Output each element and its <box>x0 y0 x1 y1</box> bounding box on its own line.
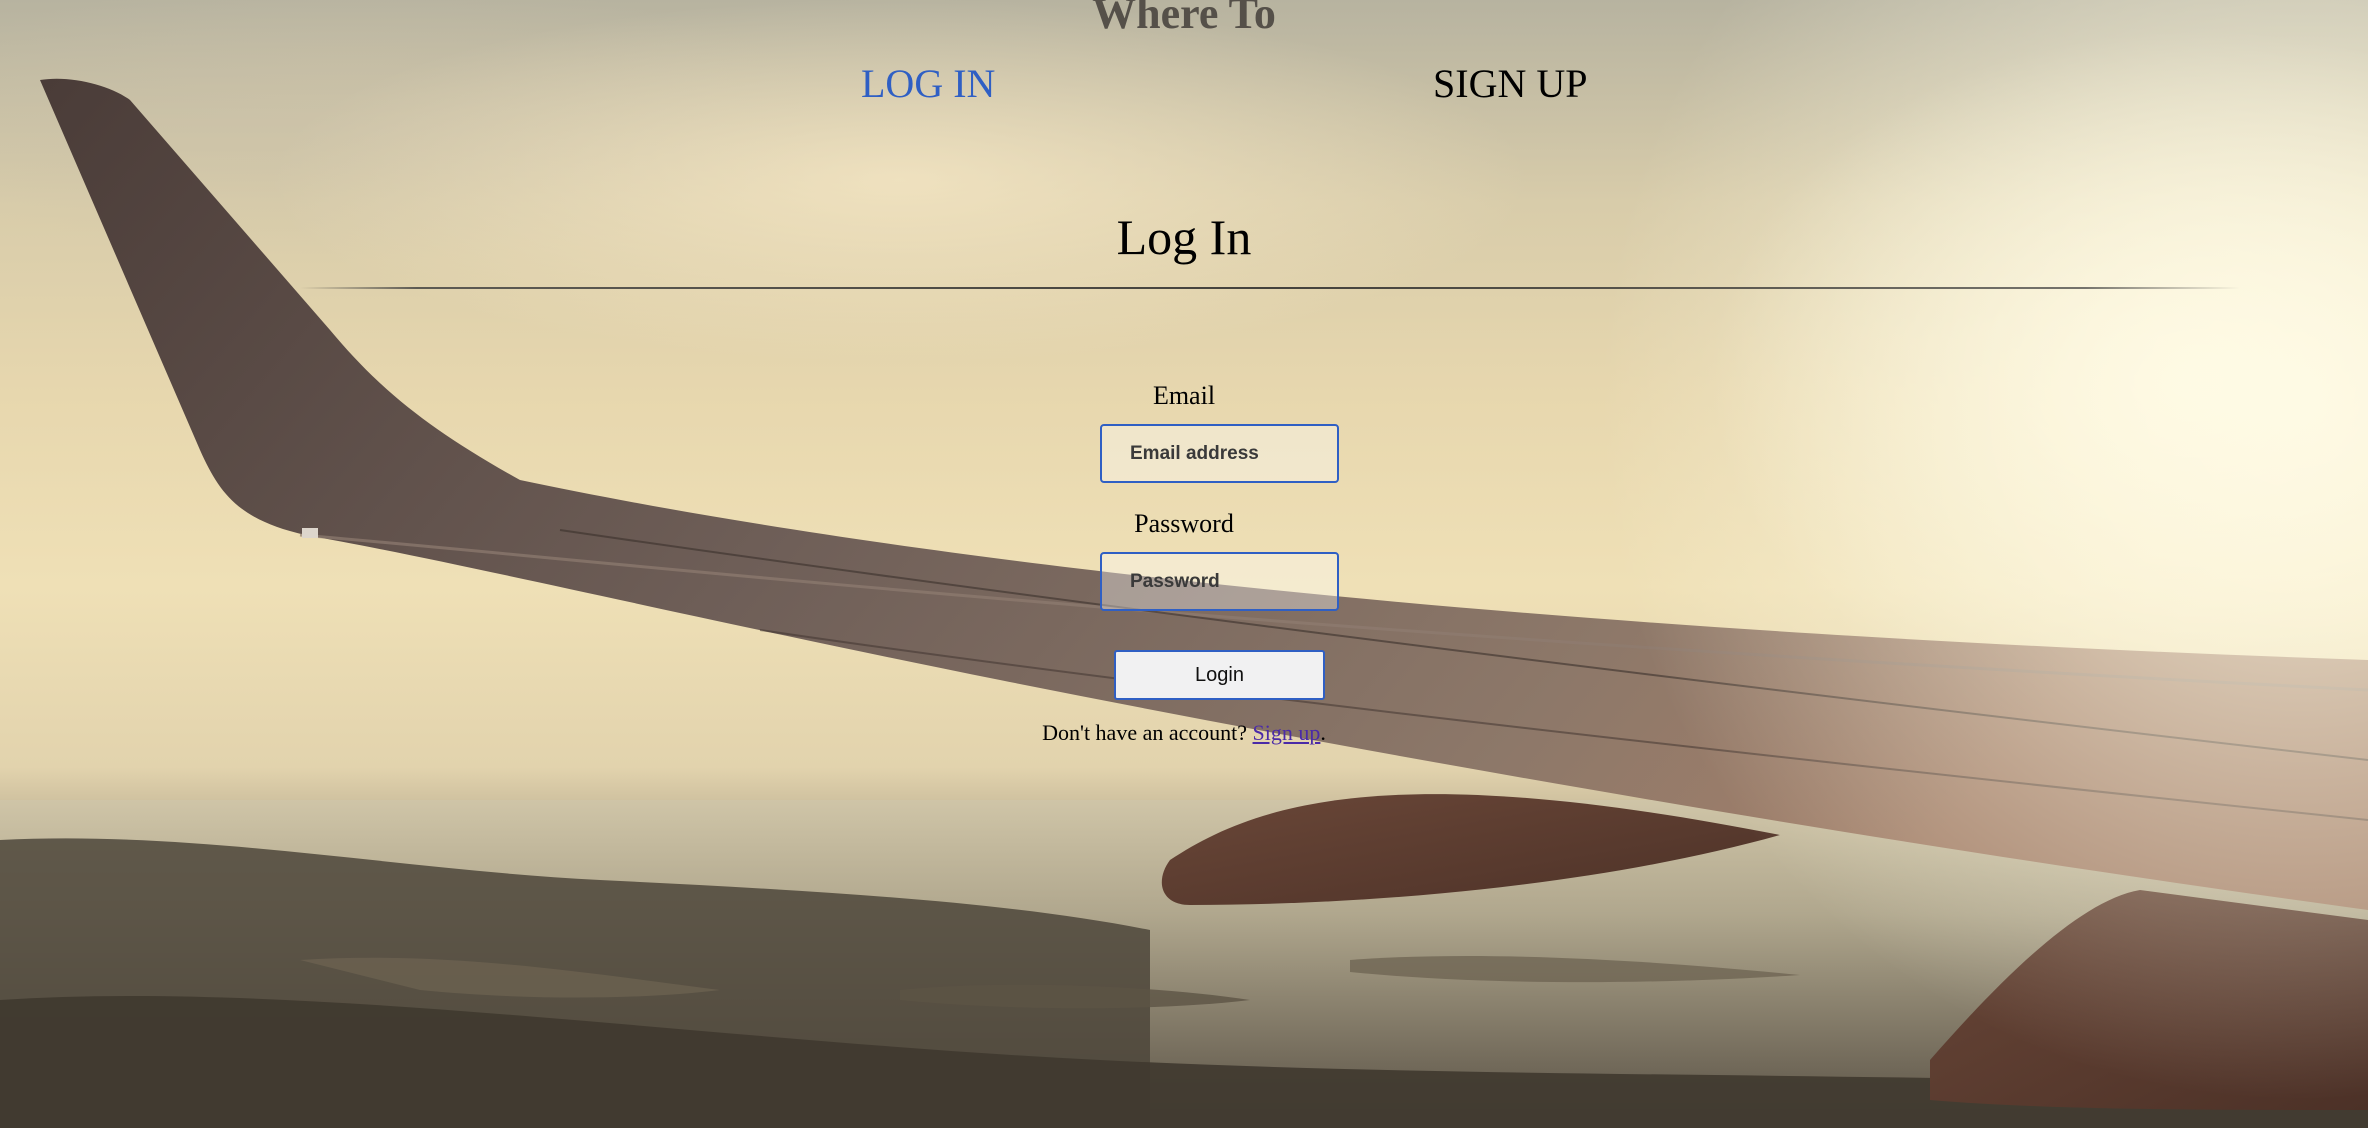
signup-link[interactable]: Sign up <box>1253 720 1321 745</box>
signup-prompt-line: Don't have an account? Sign up. <box>0 718 2368 748</box>
page-title: Log In <box>1116 209 1252 265</box>
password-field[interactable] <box>1100 552 1339 611</box>
password-label: Password <box>1134 509 1234 538</box>
login-button[interactable]: Login <box>1114 650 1325 700</box>
title-divider <box>300 287 2240 289</box>
signup-prompt-text: Don't have an account? <box>1042 720 1248 745</box>
tab-sign-up[interactable]: SIGN UP <box>1433 56 1587 112</box>
signup-suffix: . <box>1320 720 1326 745</box>
app-brand: Where To <box>1092 0 1276 38</box>
email-field[interactable] <box>1100 424 1339 483</box>
tab-log-in[interactable]: LOG IN <box>861 56 995 112</box>
email-label: Email <box>1152 381 1216 410</box>
